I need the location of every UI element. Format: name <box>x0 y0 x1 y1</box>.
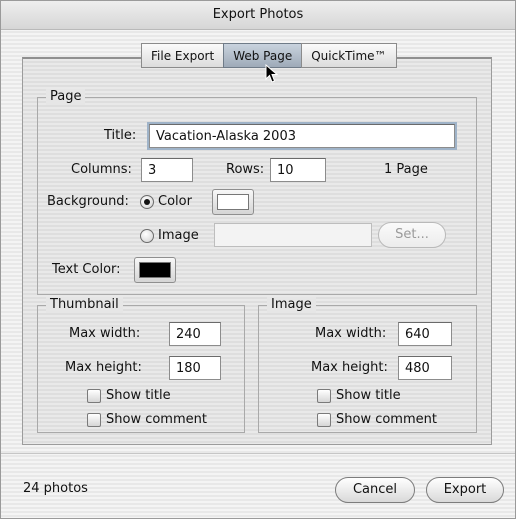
window-title: Export Photos <box>1 1 515 30</box>
thumbnail-show-title-checkbox[interactable] <box>87 389 101 403</box>
rows-input[interactable] <box>270 158 326 182</box>
thumbnail-group: Thumbnail Max width: Max height: Show ti… <box>37 297 245 433</box>
tab-web-page[interactable]: Web Page <box>223 43 303 68</box>
arrow-cursor-icon <box>265 64 279 83</box>
image-show-comment-checkbox[interactable] <box>317 413 331 427</box>
image-show-title-label: Show title <box>336 388 401 403</box>
background-color-radio[interactable] <box>140 195 154 209</box>
thumbnail-show-title-label: Show title <box>106 388 171 403</box>
set-button[interactable]: Set... <box>378 222 446 248</box>
tab-file-export[interactable]: File Export <box>141 43 225 68</box>
title-label: Title: <box>104 128 137 143</box>
background-image-radio[interactable] <box>140 229 154 243</box>
columns-input[interactable] <box>141 158 193 182</box>
web-page-panel: Page Title: Columns: Rows: 1 Page Backgr… <box>22 57 492 445</box>
page-count: 1 Page <box>384 162 428 177</box>
thumbnail-group-label: Thumbnail <box>46 297 123 313</box>
image-show-comment-label: Show comment <box>336 412 437 427</box>
cancel-button[interactable]: Cancel <box>335 477 415 503</box>
columns-label: Columns: <box>71 162 132 177</box>
export-photos-window: Export Photos File Export Web Page Quick… <box>0 0 516 519</box>
image-max-height-label: Max height: <box>311 360 388 375</box>
text-color-swatch <box>139 262 171 278</box>
title-input[interactable] <box>149 124 455 148</box>
background-color-label: Color <box>158 194 192 209</box>
image-max-width-input[interactable] <box>398 322 452 346</box>
thumbnail-max-height-label: Max height: <box>65 360 142 375</box>
image-max-height-input[interactable] <box>398 356 452 380</box>
rows-label: Rows: <box>226 162 265 177</box>
text-color-well[interactable] <box>134 257 176 283</box>
image-max-width-label: Max width: <box>315 326 387 341</box>
export-button[interactable]: Export <box>426 477 504 503</box>
thumbnail-show-comment-label: Show comment <box>106 412 207 427</box>
thumbnail-max-width-label: Max width: <box>69 326 141 341</box>
footer-divider <box>1 453 515 454</box>
background-label: Background: <box>47 194 129 209</box>
image-group-label: Image <box>267 297 316 313</box>
page-group-label: Page <box>46 89 86 105</box>
background-color-well[interactable] <box>212 189 254 215</box>
page-group: Page Title: Columns: Rows: 1 Page Backgr… <box>37 89 477 295</box>
background-image-path[interactable] <box>214 223 372 247</box>
text-color-label: Text Color: <box>52 262 121 277</box>
image-group: Image Max width: Max height: Show title … <box>258 297 477 433</box>
tab-quicktime[interactable]: QuickTime™ <box>301 43 397 68</box>
thumbnail-max-width-input[interactable] <box>169 322 221 346</box>
photo-count: 24 photos <box>23 481 88 496</box>
image-show-title-checkbox[interactable] <box>317 389 331 403</box>
background-image-label: Image <box>158 228 199 243</box>
thumbnail-show-comment-checkbox[interactable] <box>87 413 101 427</box>
thumbnail-max-height-input[interactable] <box>169 356 221 380</box>
background-color-swatch <box>217 194 249 210</box>
